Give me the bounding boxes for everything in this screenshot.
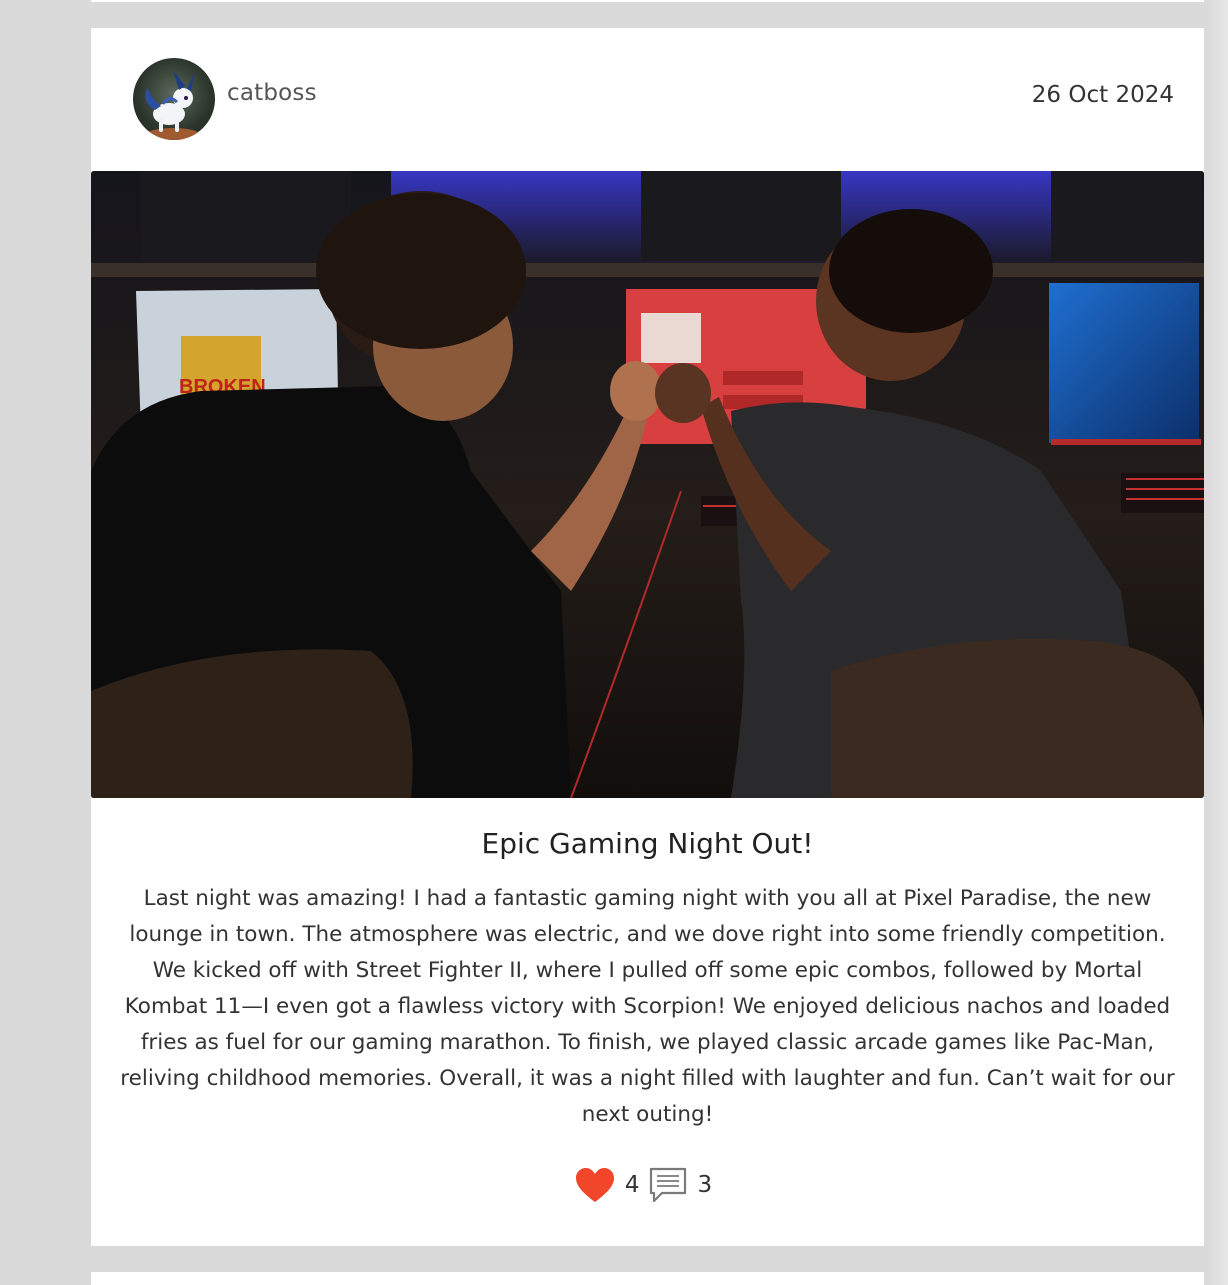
post-actions: 4 3: [91, 1166, 1204, 1204]
post-title: Epic Gaming Night Out!: [481, 827, 814, 860]
comment-icon: [649, 1167, 686, 1203]
comment-button[interactable]: 3: [648, 1166, 721, 1204]
like-count: 4: [624, 1172, 640, 1198]
avatar[interactable]: [133, 58, 215, 140]
photo-icon: BROKEN: [91, 171, 1204, 798]
scroll-edge: [1206, 0, 1228, 1285]
post-image[interactable]: BROKEN: [91, 171, 1204, 798]
comment-count: 3: [697, 1172, 713, 1198]
post-date: 26 Oct 2024: [1031, 82, 1174, 108]
post-body: Last night was amazing! I had a fantasti…: [120, 886, 1175, 1127]
post-card: catboss 26 Oct 2024 BROKEN Epic Gaming N…: [91, 28, 1204, 1246]
heart-icon: [575, 1168, 614, 1202]
avatar-icon: [145, 70, 199, 140]
like-button[interactable]: 4: [575, 1167, 648, 1203]
previous-post-card: [91, 0, 1204, 2]
author-username[interactable]: catboss: [227, 80, 317, 106]
next-post-card: [91, 1272, 1204, 1285]
